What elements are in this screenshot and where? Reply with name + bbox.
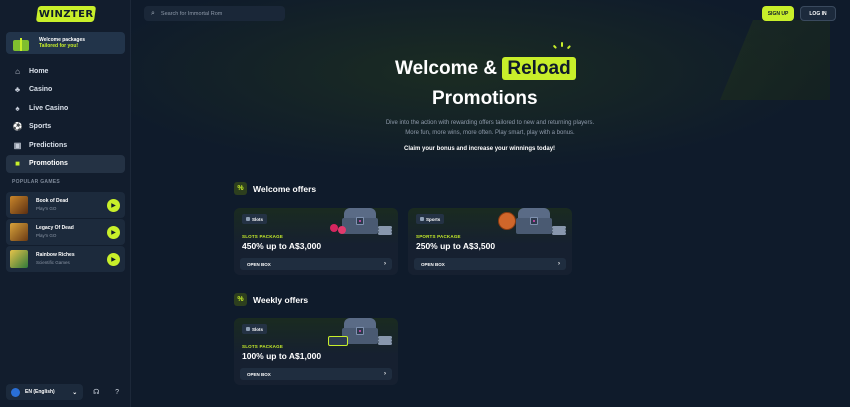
game-provider: Play'n GO <box>36 233 57 238</box>
chest-icon <box>340 208 380 238</box>
gift-icon: ■ <box>15 159 20 169</box>
home-icon: ⌂ <box>15 66 20 76</box>
slot-reels-icon <box>328 336 348 346</box>
offer-card-weekly-slots[interactable]: Slots SLOTS PACKAGE 100% up to A$1,000 O… <box>234 318 398 385</box>
game-title: Rainbow Riches <box>36 252 75 258</box>
slots-icon <box>246 217 250 221</box>
game-item-book-of-dead[interactable]: Book of Dead Play'n GO ▶ <box>6 192 125 218</box>
game-provider: Play'n GO <box>36 206 57 211</box>
coins-icon <box>378 226 392 236</box>
page-title: Welcome & Reload <box>395 57 576 80</box>
chevron-down-icon: ⌄ <box>72 389 78 396</box>
flag-icon <box>11 387 20 397</box>
casino-icon: ♣ <box>14 85 21 95</box>
login-button[interactable]: LOG IN <box>800 6 836 21</box>
coins-icon <box>378 336 392 346</box>
sidebar-item-casino[interactable]: ♣ Casino <box>6 81 125 100</box>
sidebar-nav: ⌂ Home ♣ Casino ♠ Live Casino ⚽ Sports ▣ Pred… <box>6 62 125 173</box>
weekly-offers-title: % Weekly offers <box>234 293 308 306</box>
slots-icon <box>246 327 250 331</box>
game-title: Book of Dead <box>36 198 69 204</box>
signup-button[interactable]: SIGN UP <box>762 6 794 21</box>
welcome-packages-subtitle: Tailored for you! <box>39 43 79 49</box>
category-tag: Sports <box>416 214 445 224</box>
sidebar-item-predictions[interactable]: ▣ Predictions <box>6 136 125 155</box>
welcome-offers-title: % Welcome offers <box>234 182 316 195</box>
language-selector[interactable]: EN (English) ⌄ <box>6 384 84 400</box>
sidebar-item-promotions[interactable]: ■ Promotions <box>6 154 125 173</box>
game-item-legacy-of-dead[interactable]: Legacy Of Dead Play'n GO ▶ <box>6 219 125 245</box>
game-thumbnail <box>10 223 28 241</box>
offer-card-slots[interactable]: Slots SLOTS PACKAGE 450% up to A$3,000 O… <box>234 208 398 275</box>
package-amount: 250% up to A$3,500 <box>416 241 496 251</box>
sidebar-item-home[interactable]: ⌂ Home <box>6 62 125 81</box>
category-tag: Slots <box>242 214 268 224</box>
page-title-line2: Promotions <box>432 88 538 109</box>
popular-games-title: POPULAR GAMES <box>12 179 61 185</box>
package-amount: 100% up to A$1,000 <box>242 351 322 361</box>
package-label: SLOTS PACKAGE <box>242 344 284 349</box>
play-icon[interactable]: ▶ <box>107 252 120 266</box>
percent-icon: % <box>234 182 247 195</box>
open-box-button[interactable]: OPEN BOX › <box>240 368 392 380</box>
game-title: Legacy Of Dead <box>36 225 74 231</box>
logo[interactable]: WINZTER <box>35 6 97 22</box>
cherry-icon <box>330 224 338 232</box>
search-icon: ⌕ <box>151 9 155 17</box>
sports-icon: ⚽ <box>12 122 23 132</box>
sidebar: WINZTER Welcome packages Tailored for yo… <box>0 0 131 407</box>
welcome-packages-banner[interactable]: Welcome packages Tailored for you! <box>6 32 125 54</box>
offer-card-sports[interactable]: Sports SPORTS PACKAGE 250% up to A$3,500… <box>408 208 572 275</box>
sports-icon <box>420 217 424 221</box>
page-description: Dive into the action with rewarding offe… <box>385 120 595 136</box>
percent-icon: % <box>234 293 247 306</box>
live-casino-icon: ♠ <box>15 103 20 113</box>
cherry-icon <box>338 226 346 234</box>
package-label: SPORTS PACKAGE <box>416 234 461 239</box>
claim-text: Claim your bonus and increase your winni… <box>404 146 556 152</box>
coins-icon <box>552 226 566 236</box>
game-thumbnail <box>10 196 28 214</box>
headset-icon[interactable]: ☊ <box>88 384 104 400</box>
category-tag: Slots <box>242 324 268 334</box>
game-provider: Scientific Games <box>36 260 70 265</box>
sidebar-item-sports[interactable]: ⚽ Sports <box>6 118 125 137</box>
game-item-rainbow-riches[interactable]: Rainbow Riches Scientific Games ▶ <box>6 246 125 272</box>
package-amount: 450% up to A$3,000 <box>242 241 322 251</box>
help-icon[interactable]: ? <box>109 384 125 400</box>
open-box-button[interactable]: OPEN BOX › <box>240 258 392 270</box>
package-label: SLOTS PACKAGE <box>242 234 284 239</box>
sidebar-footer: EN (English) ⌄ ☊ ? <box>6 384 125 400</box>
chevron-right-icon: › <box>558 261 560 267</box>
chevron-right-icon: › <box>384 371 386 377</box>
chest-icon <box>514 208 554 238</box>
sidebar-item-live-casino[interactable]: ♠ Live Casino <box>6 99 125 118</box>
open-box-button[interactable]: OPEN BOX › <box>414 258 566 270</box>
predictions-icon: ▣ <box>13 140 22 150</box>
game-thumbnail <box>10 250 28 268</box>
chevron-right-icon: › <box>384 261 386 267</box>
gift-icon <box>11 35 31 51</box>
sparkle-decoration <box>550 42 574 58</box>
search-input[interactable]: ⌕ Search for Immortal Rom <box>144 6 285 21</box>
play-icon[interactable]: ▶ <box>107 225 120 239</box>
title-highlight: Reload <box>502 57 576 80</box>
play-icon[interactable]: ▶ <box>107 198 120 212</box>
